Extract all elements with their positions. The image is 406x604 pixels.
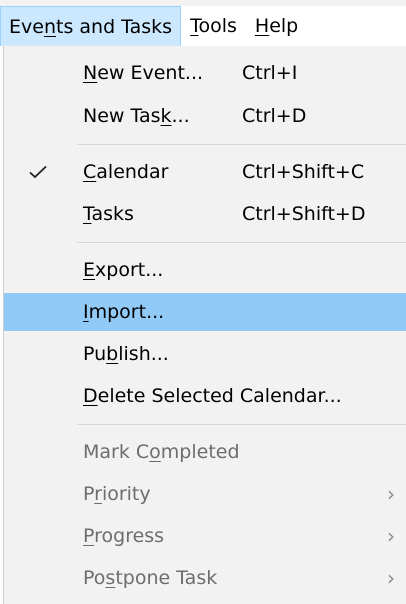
chevron-right-icon: › — [387, 566, 395, 590]
menubar-label-part: ools — [198, 15, 237, 37]
menu-item-progress: Progress › — [4, 517, 406, 555]
check-icon — [26, 153, 50, 191]
menubar-label-part: elp — [269, 15, 299, 37]
menubar-events-and-tasks[interactable]: Events and Tasks — [0, 6, 182, 48]
menu-item-tasks[interactable]: Tasks Ctrl+Shift+D — [4, 195, 406, 233]
menu-item-label: New Task... — [83, 105, 190, 127]
menubar: Events and Tasks Tools Help — [0, 6, 406, 48]
menubar-label-part: ts and Tasks — [56, 16, 173, 38]
menu-item-label: Tasks — [83, 203, 134, 225]
menu-item-label: Export... — [83, 259, 164, 281]
menu-item-shortcut: Ctrl+Shift+D — [242, 203, 366, 225]
menubar-help[interactable]: Help — [246, 6, 307, 46]
menu-item-label: Priority — [83, 483, 151, 505]
menubar-mnemonic: n — [43, 16, 56, 38]
menu-item-shortcut: Ctrl+I — [242, 62, 298, 84]
menu-item-label: Progress — [83, 525, 165, 547]
menu-item-priority: Priority › — [4, 475, 406, 513]
menu-item-mark-completed: Mark Completed — [4, 433, 406, 471]
menu-separator — [77, 144, 406, 145]
menu-item-shortcut: Ctrl+D — [242, 105, 307, 127]
chevron-right-icon: › — [387, 524, 395, 548]
menu-separator — [77, 424, 406, 425]
menu-item-label: Publish... — [83, 343, 169, 365]
menu-item-calendar[interactable]: Calendar Ctrl+Shift+C — [4, 153, 406, 191]
menu-item-label: New Event... — [83, 62, 204, 84]
menubar-tools[interactable]: Tools — [181, 6, 246, 46]
menu-item-export[interactable]: Export... — [4, 251, 406, 289]
menu-separator — [77, 242, 406, 243]
menu-item-label: Calendar — [83, 161, 169, 183]
menu-item-shortcut: Ctrl+Shift+C — [242, 161, 365, 183]
menu-item-new-event[interactable]: New Event... Ctrl+I — [4, 54, 406, 92]
menu-item-label: Import... — [83, 301, 165, 323]
menubar-label-part: Eve — [9, 16, 44, 38]
menu-item-label: Delete Selected Calendar... — [83, 385, 342, 407]
menu-item-publish[interactable]: Publish... — [4, 335, 406, 373]
menu-item-new-task[interactable]: New Task... Ctrl+D — [4, 97, 406, 135]
menu-item-label: Mark Completed — [83, 441, 240, 463]
menubar-mnemonic: H — [254, 15, 270, 37]
chevron-right-icon: › — [387, 482, 395, 506]
menu-item-label: Postpone Task — [83, 567, 218, 589]
menu-item-import[interactable]: Import... — [4, 293, 406, 331]
events-and-tasks-menu: New Event... Ctrl+I New Task... Ctrl+D C… — [3, 46, 406, 604]
menu-item-postpone-task: Postpone Task › — [4, 559, 406, 597]
menu-item-delete-selected-calendar[interactable]: Delete Selected Calendar... — [4, 377, 406, 415]
